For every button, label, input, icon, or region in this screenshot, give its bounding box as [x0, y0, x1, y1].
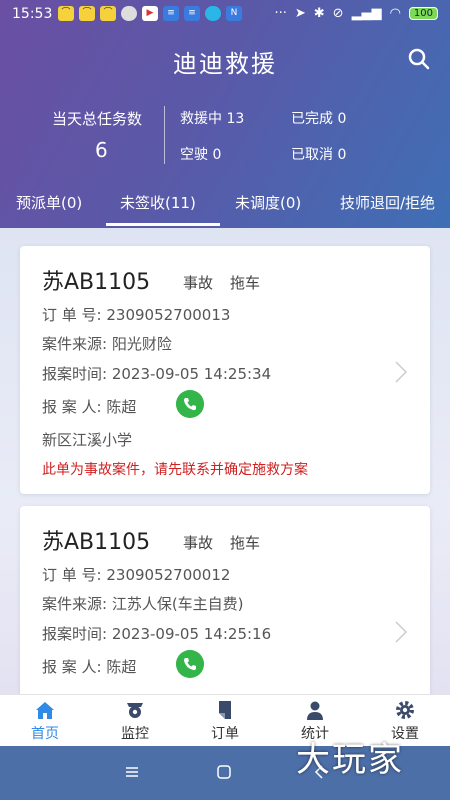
home-icon [36, 702, 54, 719]
notification-icon: N [226, 6, 242, 21]
home-square-icon[interactable] [216, 764, 232, 780]
tab-unscheduled[interactable]: 未调度(0) [235, 192, 301, 213]
accident-warning: 此单为事故案件，请先联系并确定施救方案 [42, 462, 308, 478]
notification-icon: ▶ [142, 6, 158, 21]
chevron-right-icon [395, 361, 408, 383]
total-tasks-value: 6 [95, 138, 108, 162]
search-icon[interactable] [406, 46, 432, 72]
nav-orders[interactable]: 订单 [180, 695, 270, 747]
nav-home-label: 首页 [31, 726, 59, 742]
report-time: 报案时间: 2023-09-05 14:25:34 [42, 365, 272, 383]
plate-number: 苏AB1105 [42, 270, 151, 295]
chevron-right-icon [395, 621, 408, 643]
stats-divider [164, 106, 165, 164]
order-card[interactable]: 苏AB1105 事故 拖车 订 单 号: 2309052700012 案件来源:… [20, 506, 430, 694]
order-card[interactable]: 苏AB1105 事故 拖车 订 单 号: 2309052700013 案件来源:… [20, 246, 430, 494]
stat-completed: 已完成 0 [291, 111, 347, 127]
case-source: 案件来源: 江苏人保(车主自费) [42, 595, 244, 613]
reporter: 报 案 人: 陈超 [42, 658, 137, 676]
page-title: 迪迪救援 [173, 50, 277, 78]
wifi-icon: ◠ [389, 6, 401, 21]
status-time: 15:53 [12, 6, 53, 22]
reporter: 报 案 人: 陈超 [42, 398, 137, 416]
service-type: 拖车 [230, 274, 261, 292]
order-number: 订 单 号: 2309052700012 [42, 566, 231, 584]
person-icon [307, 701, 323, 720]
document-icon [219, 701, 231, 719]
stat-rescuing: 救援中 13 [180, 111, 245, 127]
order-number: 订 单 号: 2309052700013 [42, 306, 231, 324]
order-tabs: 预派单(0) 未签收(11) 未调度(0) 技师退回/拒绝 [0, 186, 450, 226]
total-tasks-label: 当天总任务数 [52, 110, 143, 128]
notification-icon [205, 6, 221, 21]
nav-monitor-label: 监控 [121, 726, 149, 742]
tab-pre-dispatch[interactable]: 预派单(0) [16, 192, 82, 213]
camera-icon [127, 703, 143, 718]
tab-returned-rejected[interactable]: 技师退回/拒绝 [340, 192, 435, 213]
notification-icons: ⌒ ⌒ ⌒ ▶ ≡ ≡ N [58, 6, 242, 21]
mute-icon: ⊘ [332, 6, 344, 21]
status-bar: 15:53 ⌒ ⌒ ⌒ ▶ ≡ ≡ N ··· ➤ ✱ ⊘ ▂▄▆ ◠ 100 [0, 0, 450, 30]
order-type: 事故 [183, 534, 214, 552]
nav-monitor[interactable]: 监控 [90, 695, 180, 747]
plate-number: 苏AB1105 [42, 530, 151, 555]
status-icons: ··· ➤ ✱ ⊘ ▂▄▆ ◠ 100 [274, 6, 438, 21]
notification-icon [121, 6, 137, 21]
stat-empty-driving: 空驶 0 [180, 147, 222, 163]
more-dots-icon: ··· [274, 6, 287, 21]
service-type: 拖车 [230, 534, 261, 552]
battery-icon: 100 [408, 7, 438, 20]
watermark: 大玩家 [296, 740, 404, 780]
signal-icon: ▂▄▆ [351, 6, 382, 21]
tab-unsigned[interactable]: 未签收(11) [120, 192, 196, 213]
nav-orders-label: 订单 [211, 726, 239, 742]
phone-icon[interactable] [176, 650, 204, 678]
order-list[interactable]: 苏AB1105 事故 拖车 订 单 号: 2309052700013 案件来源:… [0, 228, 450, 694]
case-source: 案件来源: 阳光财险 [42, 335, 172, 353]
notification-icon: ⌒ [79, 6, 95, 21]
task-stats: 当天总任务数 6 救援中 13 已完成 0 空驶 0 已取消 0 [0, 100, 450, 168]
gear-icon [396, 701, 414, 719]
active-tab-indicator [106, 223, 220, 226]
notification-icon: ⌒ [100, 6, 116, 21]
menu-icon[interactable] [124, 764, 140, 780]
nav-home[interactable]: 首页 [0, 695, 90, 747]
address: 新区江溪小学 [42, 431, 133, 449]
notification-icon: ≡ [163, 6, 179, 21]
report-time: 报案时间: 2023-09-05 14:25:16 [42, 625, 272, 643]
bluetooth-icon: ✱ [313, 6, 325, 21]
notification-icon: ⌒ [58, 6, 74, 21]
phone-icon[interactable] [176, 390, 204, 418]
stat-cancelled: 已取消 0 [291, 147, 347, 163]
order-type: 事故 [183, 274, 214, 292]
notification-icon: ≡ [184, 6, 200, 21]
location-icon: ➤ [294, 6, 306, 21]
